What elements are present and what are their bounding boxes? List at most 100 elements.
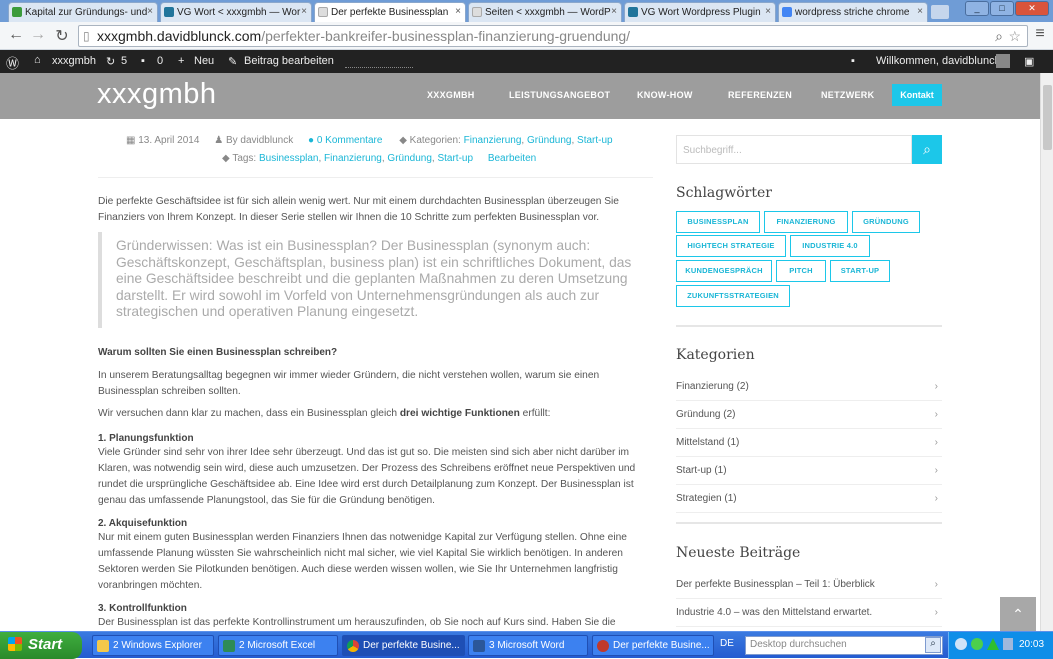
plus-icon[interactable]: + — [178, 55, 184, 67]
reload-icon[interactable]: ↻ — [52, 26, 72, 46]
notification-icon[interactable]: ▪ — [851, 55, 855, 67]
tray-icon[interactable] — [955, 638, 967, 650]
browser-tab[interactable]: VG Wort Wordpress Plugin × — [624, 2, 776, 22]
close-icon[interactable]: × — [147, 6, 153, 17]
home-icon[interactable]: ⌂ — [34, 54, 41, 66]
browser-tab[interactable]: VG Wort < xxxgmbh — Wor × — [160, 2, 312, 22]
tag-button[interactable]: BUSINESSPLAN — [676, 211, 760, 233]
clock[interactable]: 20:03 — [1019, 639, 1044, 650]
chevron-up-icon: ⌃ — [1012, 606, 1024, 622]
search-button[interactable]: ⌕ — [912, 135, 942, 164]
site-header: xxxgmbh XXXGMBH LEISTUNGSANGEBOT KNOW-HO… — [0, 73, 1040, 119]
category-item[interactable]: Strategien (1) › — [676, 485, 942, 513]
nav-item-xxxgmbh[interactable]: XXXGMBH — [427, 90, 475, 100]
taskbar-item[interactable]: 2 Microsoft Excel — [218, 635, 338, 656]
wordpress-icon[interactable]: Ⓦ — [6, 53, 19, 72]
window-close-button[interactable]: ✕ — [1015, 1, 1049, 16]
category-item[interactable]: Finanzierung (2) › — [676, 373, 942, 401]
avatar[interactable] — [996, 54, 1010, 68]
star-icon[interactable]: ☆ — [1008, 26, 1021, 46]
category-item[interactable]: Mittelstand (1) › — [676, 429, 942, 457]
taskbar-item-active[interactable]: Der perfekte Busine... — [342, 635, 465, 656]
paragraph: Wir versuchen dann klar zu machen, dass … — [98, 408, 551, 419]
back-icon[interactable]: ← — [6, 26, 26, 44]
browser-tab[interactable]: Kapital zur Gründungs- und × — [8, 2, 158, 22]
tag-icon: ◆ — [222, 153, 230, 164]
widget-title-recent: Neueste Beiträge — [676, 545, 801, 561]
chevron-right-icon: › — [934, 437, 938, 448]
tag-button[interactable]: START-UP — [830, 260, 890, 282]
screenshot-icon[interactable]: ▣ — [1024, 55, 1034, 68]
nav-item-know-how[interactable]: KNOW-HOW — [637, 90, 693, 100]
start-button[interactable]: Start — [0, 632, 82, 659]
scrollbar-thumb[interactable] — [1043, 85, 1052, 150]
search-icon[interactable]: ⌕ — [925, 637, 941, 653]
edit-icon[interactable]: ✎ — [228, 55, 237, 68]
taskbar-item[interactable]: Der perfekte Busine... — [592, 635, 714, 656]
updates-count[interactable]: 5 — [121, 55, 127, 67]
close-icon[interactable]: × — [765, 6, 771, 17]
page-scrollbar[interactable] — [1040, 73, 1053, 631]
favicon-icon — [12, 7, 22, 17]
new-link[interactable]: Neu — [194, 55, 214, 67]
nav-item-referenzen[interactable]: REFERENZEN — [728, 90, 792, 100]
nav-item-netzwerk[interactable]: NETZWERK — [821, 90, 874, 100]
search-icon[interactable]: ⌕ — [995, 26, 1003, 46]
page-icon: ▯ — [83, 29, 90, 43]
taskbar-item[interactable]: 3 Microsoft Word — [468, 635, 588, 656]
category-item[interactable]: Gründung (2) › — [676, 401, 942, 429]
browser-tab-active[interactable]: Der perfekte Businessplan × — [314, 2, 466, 23]
forward-icon[interactable]: → — [28, 26, 48, 44]
minimize-button[interactable]: _ — [965, 1, 989, 16]
comment-icon[interactable]: ▪ — [141, 55, 145, 67]
volume-icon[interactable] — [1003, 638, 1013, 650]
browser-tab[interactable]: Seiten < xxxgmbh — WordP × — [468, 2, 622, 22]
welcome-user[interactable]: Willkommen, davidblunck — [876, 55, 1000, 67]
scroll-to-top-button[interactable]: ⌃ — [1000, 597, 1036, 631]
category-link[interactable]: Finanzierung — [464, 135, 522, 146]
language-indicator[interactable]: DE — [720, 638, 734, 649]
stats-sparkline — [345, 60, 413, 68]
category-link[interactable]: Start-up — [577, 135, 613, 146]
close-icon[interactable]: × — [611, 6, 617, 17]
tag-link[interactable]: Businessplan — [259, 153, 318, 164]
contact-button[interactable]: Kontakt — [892, 84, 942, 106]
site-logo[interactable]: xxxgmbh — [97, 78, 217, 111]
tray-icon[interactable] — [971, 638, 983, 650]
wifi-icon[interactable] — [987, 638, 999, 650]
menu-icon[interactable]: ≡ — [1030, 25, 1050, 43]
tag-button[interactable]: HIGHTECH STRATEGIE — [676, 235, 786, 257]
updates-icon[interactable]: ↻ — [106, 55, 115, 68]
maximize-button[interactable]: □ — [990, 1, 1014, 16]
new-tab-button[interactable] — [931, 5, 949, 19]
tag-button[interactable]: KUNDENGESPRÄCH — [676, 260, 772, 282]
desktop-search-input[interactable]: Desktop durchsuchen — [745, 636, 943, 655]
close-icon[interactable]: × — [455, 6, 461, 17]
browser-tab[interactable]: wordpress striche chrome × — [778, 2, 928, 22]
nav-item-leistungsangebot[interactable]: LEISTUNGSANGEBOT — [509, 90, 610, 100]
close-icon[interactable]: × — [301, 6, 307, 17]
comments-count[interactable]: 0 — [157, 55, 163, 67]
category-item[interactable]: Start-up (1) › — [676, 457, 942, 485]
address-bar[interactable]: ▯ xxxgmbh.davidblunck.com/perfekter-bank… — [78, 25, 1028, 47]
edit-post-link[interactable]: Beitrag bearbeiten — [244, 55, 334, 67]
post-author[interactable]: By davidblunck — [226, 135, 293, 146]
category-link[interactable]: Gründung — [527, 135, 571, 146]
tag-button[interactable]: INDUSTRIE 4.0 — [790, 235, 870, 257]
close-icon[interactable]: × — [917, 6, 923, 17]
taskbar-item[interactable]: 2 Windows Explorer — [92, 635, 214, 656]
tag-link[interactable]: Finanzierung — [324, 153, 382, 164]
tag-link[interactable]: Start-up — [437, 153, 473, 164]
recent-post-item[interactable]: Industrie 4.0 – was den Mittelstand erwa… — [676, 599, 942, 627]
edit-link[interactable]: Bearbeiten — [488, 153, 536, 164]
comments-link[interactable]: 0 Kommentare — [317, 135, 383, 146]
tag-button[interactable]: ZUKUNFTSSTRATEGIEN — [676, 285, 790, 307]
recent-post-item[interactable]: Der perfekte Businessplan – Teil 1: Über… — [676, 571, 942, 599]
tag-link[interactable]: Gründung — [387, 153, 431, 164]
tag-button[interactable]: PITCH — [776, 260, 826, 282]
admin-site-link[interactable]: xxxgmbh — [52, 55, 96, 67]
sidebar-search-input[interactable]: Suchbegriff... — [676, 135, 912, 164]
chevron-right-icon: › — [934, 381, 938, 392]
tag-button[interactable]: GRÜNDUNG — [852, 211, 920, 233]
tag-button[interactable]: FINANZIERUNG — [764, 211, 848, 233]
